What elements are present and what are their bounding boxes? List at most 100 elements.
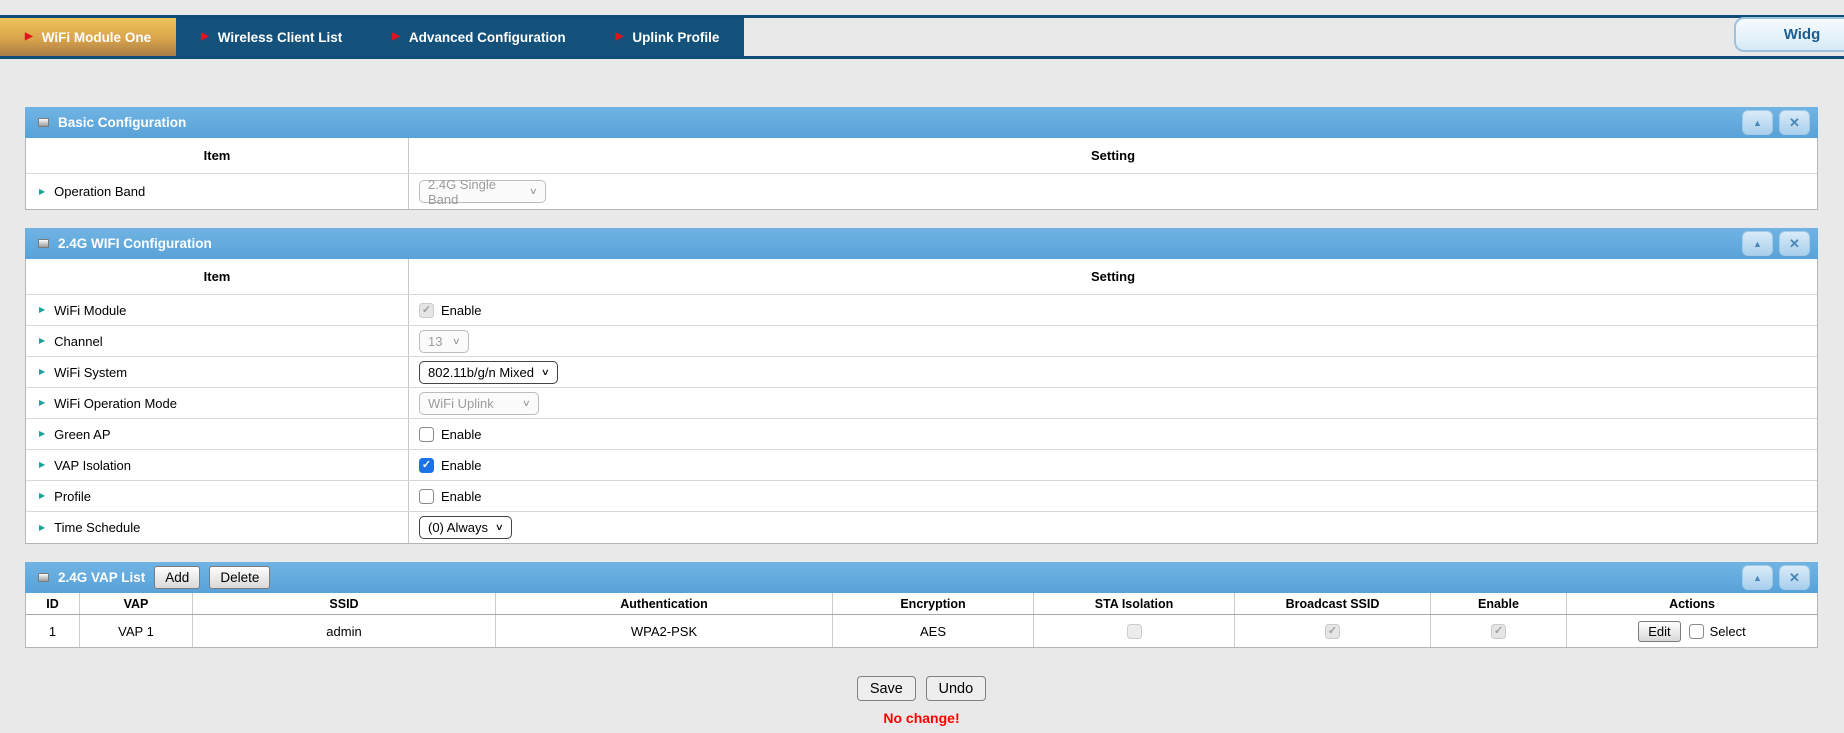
green-ap-row: ▶ Green AP ✓ Enable [26, 419, 1817, 450]
select-value: 802.11b/g/n Mixed [428, 365, 534, 380]
save-button[interactable]: Save [857, 676, 916, 701]
section-title: Basic Configuration [58, 115, 186, 130]
tab-wireless-client-list[interactable]: ▶ Wireless Client List [176, 18, 367, 56]
chevron-down-icon: ∨ [495, 523, 504, 532]
green-ap-enable-checkbox[interactable]: ✓ [419, 427, 434, 442]
column-header-ssid: SSID [193, 593, 496, 614]
section-title: 2.4G VAP List [58, 570, 145, 585]
item-label: VAP Isolation [54, 458, 131, 473]
vap-list-header: 2.4G VAP List Add Delete ▲ ✕ [25, 562, 1818, 593]
tab-label: Wireless Client List [218, 30, 342, 45]
section-marker-icon [38, 118, 49, 127]
tab-arrow-icon: ▶ [201, 32, 209, 42]
tab-advanced-configuration[interactable]: ▶ Advanced Configuration [367, 18, 590, 56]
checkbox-label: Enable [441, 303, 481, 318]
column-header-authentication: Authentication [496, 593, 833, 614]
checkbox-label: Enable [441, 427, 481, 442]
collapse-up-icon: ▲ [1753, 239, 1762, 249]
collapse-up-icon: ▲ [1753, 573, 1762, 583]
close-section-button[interactable]: ✕ [1779, 565, 1810, 590]
tab-uplink-profile[interactable]: ▶ Uplink Profile [591, 18, 745, 56]
collapse-section-button[interactable]: ▲ [1742, 565, 1773, 590]
broadcast-ssid-checkbox: ✓ [1325, 624, 1340, 639]
add-vap-button[interactable]: Add [154, 566, 200, 589]
item-label: Green AP [54, 427, 110, 442]
column-header-vap: VAP [80, 593, 193, 614]
footer-actions: Save Undo No change! [25, 676, 1818, 726]
time-schedule-row: ▶ Time Schedule (0) Always ∨ [26, 512, 1817, 543]
chevron-down-icon: ∨ [541, 368, 550, 377]
item-column-header: Item [26, 259, 409, 294]
wifi-configuration-header: 2.4G WIFI Configuration ▲ ✕ [25, 228, 1818, 259]
item-label: Profile [54, 489, 91, 504]
select-label: Select [1710, 624, 1746, 639]
wifi-system-select[interactable]: 802.11b/g/n Mixed ∨ [419, 361, 558, 384]
vap-encryption-cell: AES [833, 615, 1034, 647]
check-icon: ✓ [1494, 626, 1503, 637]
vap-table-row: 1 VAP 1 admin WPA2-PSK AES ✓ ✓ ✓ [26, 615, 1817, 647]
status-message: No change! [25, 710, 1818, 726]
channel-select: 13 ∨ [419, 330, 469, 353]
main-content: Basic Configuration ▲ ✕ Item Setting ▶ O… [25, 107, 1818, 726]
select-value: WiFi Uplink [428, 396, 494, 411]
basic-configuration-section: Basic Configuration ▲ ✕ Item Setting ▶ O… [25, 107, 1818, 210]
undo-button[interactable]: Undo [926, 676, 987, 701]
section-marker-icon [38, 573, 49, 582]
select-value: 13 [428, 334, 442, 349]
chevron-down-icon: ∨ [452, 337, 461, 346]
edit-vap-button[interactable]: Edit [1638, 621, 1680, 642]
wifi-configuration-section: 2.4G WIFI Configuration ▲ ✕ Item Setting… [25, 228, 1818, 544]
table-header-row: Item Setting [26, 138, 1817, 174]
vap-list-section: 2.4G VAP List Add Delete ▲ ✕ ID VAP SSID… [25, 562, 1818, 648]
item-label: WiFi System [54, 365, 127, 380]
collapse-section-button[interactable]: ▲ [1742, 110, 1773, 135]
tab-wifi-module-one[interactable]: ▶ WiFi Module One [0, 18, 176, 56]
close-icon: ✕ [1789, 115, 1800, 131]
item-arrow-icon: ▶ [39, 461, 45, 469]
item-arrow-icon: ▶ [39, 188, 45, 196]
vap-table-header-row: ID VAP SSID Authentication Encryption ST… [26, 593, 1817, 615]
item-arrow-icon: ▶ [39, 306, 45, 314]
column-header-encryption: Encryption [833, 593, 1034, 614]
basic-configuration-table: Item Setting ▶ Operation Band 2.4G Singl… [25, 138, 1818, 210]
vap-ssid-cell: admin [193, 615, 496, 647]
tab-label: Uplink Profile [632, 30, 719, 45]
item-column-header: Item [26, 138, 409, 173]
wifi-configuration-table: Item Setting ▶ WiFi Module ✓ Enable ▶ [25, 259, 1818, 544]
tab-bar: ▶ WiFi Module One ▶ Wireless Client List… [0, 18, 744, 56]
item-arrow-icon: ▶ [39, 337, 45, 345]
section-marker-icon [38, 239, 49, 248]
table-header-row: Item Setting [26, 259, 1817, 295]
vap-list-table: ID VAP SSID Authentication Encryption ST… [25, 593, 1818, 648]
widget-button[interactable]: Widg [1734, 17, 1844, 52]
vap-id-cell: 1 [26, 615, 80, 647]
column-header-sta-isolation: STA Isolation [1034, 593, 1235, 614]
item-arrow-icon: ▶ [39, 430, 45, 438]
profile-enable-checkbox[interactable]: ✓ [419, 489, 434, 504]
wifi-module-enable-checkbox: ✓ [419, 303, 434, 318]
time-schedule-select[interactable]: (0) Always ∨ [419, 516, 512, 539]
top-margin [0, 0, 1844, 15]
check-icon: ✓ [1328, 626, 1337, 637]
check-icon: ✓ [422, 305, 431, 316]
basic-configuration-header: Basic Configuration ▲ ✕ [25, 107, 1818, 138]
vap-enable-checkbox: ✓ [1491, 624, 1506, 639]
item-label: Channel [54, 334, 102, 349]
collapse-section-button[interactable]: ▲ [1742, 231, 1773, 256]
profile-row: ▶ Profile ✓ Enable [26, 481, 1817, 512]
sta-isolation-checkbox: ✓ [1127, 624, 1142, 639]
vap-isolation-enable-checkbox[interactable]: ✓ [419, 458, 434, 473]
wifi-operation-mode-select: WiFi Uplink ∨ [419, 392, 539, 415]
close-section-button[interactable]: ✕ [1779, 110, 1810, 135]
check-icon: ✓ [422, 460, 431, 471]
chevron-down-icon: ∨ [522, 399, 531, 408]
select-value: 2.4G Single Band [428, 177, 522, 207]
section-title: 2.4G WIFI Configuration [58, 236, 212, 251]
close-section-button[interactable]: ✕ [1779, 231, 1810, 256]
select-vap-checkbox[interactable]: ✓ [1689, 624, 1704, 639]
tab-arrow-icon: ▶ [616, 32, 624, 42]
delete-vap-button[interactable]: Delete [209, 566, 270, 589]
tab-arrow-icon: ▶ [392, 32, 400, 42]
wifi-module-row: ▶ WiFi Module ✓ Enable [26, 295, 1817, 326]
close-icon: ✕ [1789, 236, 1800, 252]
